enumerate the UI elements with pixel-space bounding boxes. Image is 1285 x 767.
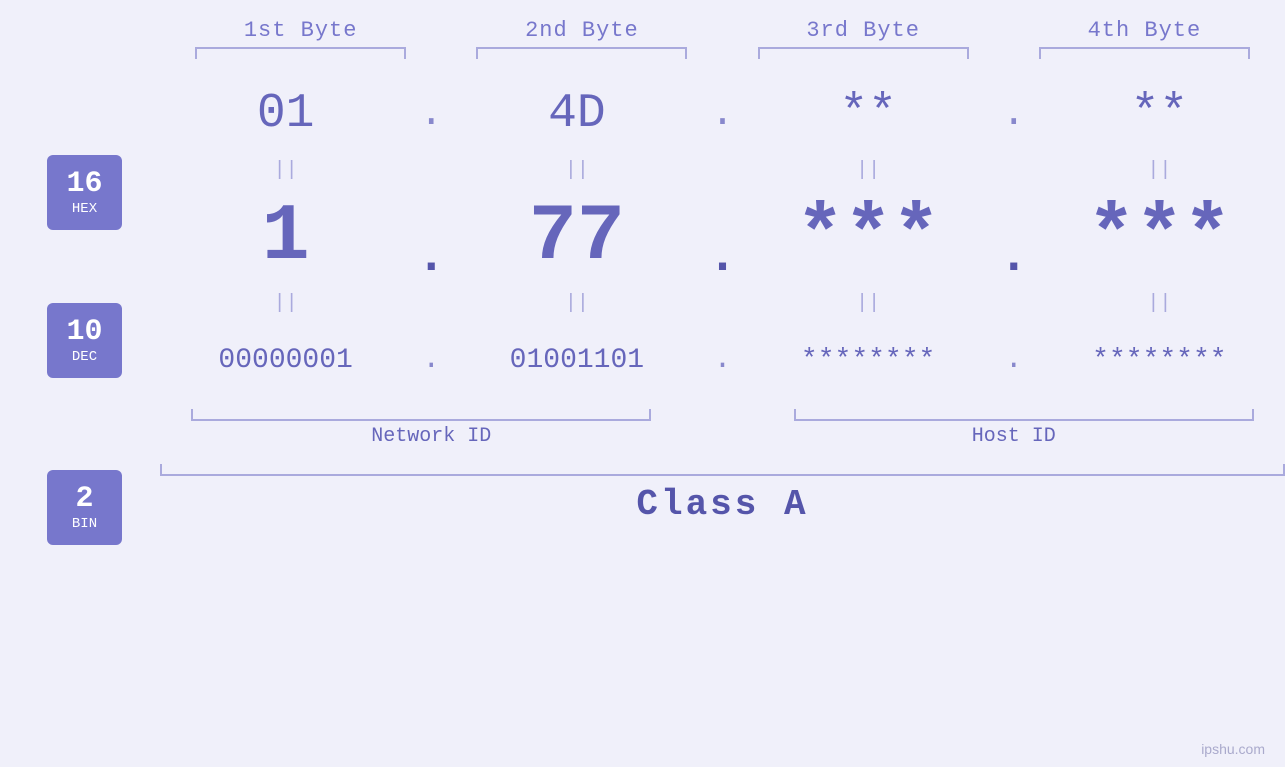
eq2-b1: || [160, 292, 411, 315]
dec-row: 1 . 77 . *** . *** [160, 182, 1285, 292]
eq1-dot3 [994, 159, 1034, 182]
bracket-line-byte4 [1039, 47, 1250, 59]
eq1-b4: || [1034, 159, 1285, 182]
bracket-line-byte2 [476, 47, 687, 59]
bin-dot1-symbol: . [422, 343, 440, 377]
dec-dot1-symbol: . [416, 229, 446, 286]
id-spacer [703, 425, 743, 448]
hex-byte1: 01 [160, 87, 411, 141]
top-brackets [0, 47, 1285, 59]
class-bracket-row [160, 464, 1285, 476]
dec-dot3: . [994, 189, 1034, 286]
bracket-spacer [703, 409, 743, 421]
eq2-b3: || [743, 292, 994, 315]
bracket-byte2 [441, 47, 722, 59]
dec-dot2-symbol: . [707, 229, 737, 286]
byte-headers: 1st Byte 2nd Byte 3rd Byte 4th Byte [0, 18, 1285, 43]
bottom-bracket-row [160, 409, 1285, 421]
bin-byte2-value: 01001101 [510, 345, 644, 376]
dec-byte2: 77 [451, 192, 702, 283]
bin-dot3-symbol: . [1005, 343, 1023, 377]
watermark: ipshu.com [1201, 741, 1265, 757]
byte4-header: 4th Byte [1004, 18, 1285, 43]
main-container: 1st Byte 2nd Byte 3rd Byte 4th Byte 16 H… [0, 0, 1285, 767]
eq1-b2: || [451, 159, 702, 182]
hex-dot3-symbol: . [1002, 92, 1026, 137]
eq1-b3: || [743, 159, 994, 182]
eq2-dot1 [411, 292, 451, 315]
bin-byte1: 00000001 [160, 345, 411, 376]
dec-byte3-value: *** [796, 192, 940, 283]
bin-byte3: ******** [743, 345, 994, 376]
class-a-row: Class A [160, 484, 1285, 525]
hex-byte4: ** [1034, 87, 1285, 141]
bin-row: 00000001 . 01001101 . ******** . *******… [160, 315, 1285, 405]
bin-byte1-value: 00000001 [218, 345, 352, 376]
dec-byte4-value: *** [1087, 192, 1231, 283]
eq1-dot2 [703, 159, 743, 182]
bin-byte4-value: ******** [1092, 345, 1226, 376]
hex-dot1-symbol: . [419, 92, 443, 137]
hex-byte4-value: ** [1131, 87, 1189, 141]
dec-byte4: *** [1034, 192, 1285, 283]
dec-byte2-value: 77 [529, 192, 625, 283]
eq1-dot1 [411, 159, 451, 182]
class-bracket-line [160, 464, 1285, 476]
eq1-b1: || [160, 159, 411, 182]
dec-dot2: . [703, 189, 743, 286]
bin-dot2: . [703, 343, 743, 377]
hex-dot2: . [703, 92, 743, 137]
bracket-line-byte1 [195, 47, 406, 59]
bracket-byte1 [160, 47, 441, 59]
bin-dot2-symbol: . [713, 343, 731, 377]
bin-byte3-value: ******** [801, 345, 935, 376]
dec-dot3-symbol: . [999, 229, 1029, 286]
eq2-b2: || [451, 292, 702, 315]
bin-byte4: ******** [1034, 345, 1285, 376]
eq2-dot2 [703, 292, 743, 315]
content-area: 01 . 4D . ** . ** || || [0, 59, 1285, 525]
hex-dot3: . [994, 92, 1034, 137]
hex-byte2: 4D [451, 87, 702, 141]
bracket-byte4 [1004, 47, 1285, 59]
hex-row: 01 . 4D . ** . ** [160, 69, 1285, 159]
bracket-line-byte3 [758, 47, 969, 59]
byte3-header: 3rd Byte [723, 18, 1004, 43]
hex-byte3: ** [743, 87, 994, 141]
bin-dot3: . [994, 343, 1034, 377]
dec-dot1: . [411, 189, 451, 286]
bin-dot1: . [411, 343, 451, 377]
network-id-label: Network ID [160, 425, 703, 448]
equals-row-1: || || || || [160, 159, 1285, 182]
host-bracket-section [743, 409, 1285, 421]
hex-dot2-symbol: . [710, 92, 734, 137]
dec-byte1: 1 [160, 192, 411, 283]
dec-byte1-value: 1 [262, 192, 310, 283]
network-bracket-line [191, 409, 651, 421]
hex-dot1: . [411, 92, 451, 137]
hex-byte2-value: 4D [548, 87, 606, 141]
network-bracket-section [160, 409, 703, 421]
id-labels-row: Network ID Host ID [160, 425, 1285, 448]
host-id-label: Host ID [743, 425, 1285, 448]
hex-byte1-value: 01 [257, 87, 315, 141]
eq2-b4: || [1034, 292, 1285, 315]
equals-row-2: || || || || [160, 292, 1285, 315]
dec-byte3: *** [743, 192, 994, 283]
byte1-header: 1st Byte [160, 18, 441, 43]
bracket-byte3 [723, 47, 1004, 59]
bin-byte2: 01001101 [451, 345, 702, 376]
class-a-label: Class A [636, 484, 808, 525]
byte2-header: 2nd Byte [441, 18, 722, 43]
host-bracket-line [794, 409, 1254, 421]
eq2-dot3 [994, 292, 1034, 315]
hex-byte3-value: ** [839, 87, 897, 141]
